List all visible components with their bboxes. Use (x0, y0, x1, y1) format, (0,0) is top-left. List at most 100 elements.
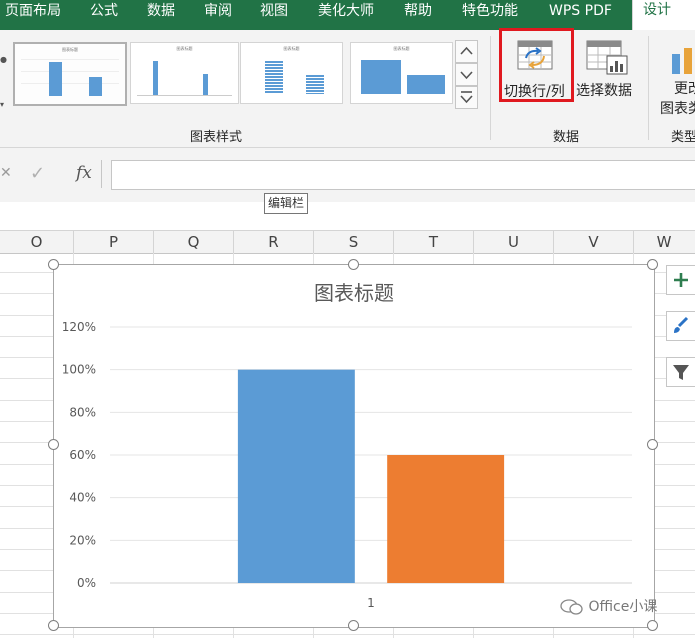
y-tick-label: 40% (69, 491, 96, 505)
formula-separator (101, 160, 102, 188)
brush-icon (674, 316, 689, 333)
chart-bars (237, 369, 505, 583)
change-chart-type-label-1: 更改 (674, 81, 695, 97)
tab-design[interactable]: 设计 (632, 0, 695, 30)
chart-filters-button[interactable] (666, 357, 695, 387)
thumb-bar (89, 77, 102, 96)
chart-plot: 图表标题 0% 20% 40% 60% 80% 100% 120% 1 (62, 281, 632, 610)
formula-bar-tooltip: 编辑栏 (264, 193, 309, 214)
bar-series-2[interactable] (387, 455, 505, 583)
y-tick-label: 20% (69, 533, 96, 547)
dropdown-arrow-icon[interactable]: ▾ (0, 100, 4, 109)
chevron-up-icon (460, 46, 473, 55)
wechat-icon (560, 599, 583, 615)
x-tick-label: 1 (367, 596, 375, 610)
chart-y-axis: 0% 20% 40% 60% 80% 100% 120% (62, 320, 96, 590)
expand-more-icon (460, 91, 473, 104)
switch-row-column-icon (517, 40, 553, 70)
resize-handle-top-left[interactable] (48, 259, 59, 270)
y-tick-label: 80% (69, 405, 96, 419)
column-header-O[interactable]: O (0, 231, 74, 253)
y-tick-label: 100% (62, 363, 96, 377)
chart-title[interactable]: 图表标题 (314, 281, 394, 305)
change-chart-type-label-2: 图表类 (660, 101, 695, 117)
resize-handle-right[interactable] (647, 439, 658, 450)
ribbon-separator (490, 36, 491, 140)
thumb-bar (153, 61, 158, 95)
y-tick-label: 60% (69, 448, 96, 462)
chart-style-4-title: 图表标题 (393, 46, 410, 51)
thumb-bar (265, 61, 283, 94)
tab-formulas[interactable]: 公式 (90, 0, 118, 30)
thumb-bar (361, 60, 401, 94)
ribbon-separator (648, 36, 649, 140)
tab-view[interactable]: 视图 (260, 0, 288, 30)
tab-page-layout[interactable]: 页面布局 (5, 0, 61, 30)
group-label-type: 类型 (671, 130, 695, 145)
bar-chart-icon (672, 48, 692, 74)
chart-x-axis: 1 (367, 596, 375, 610)
dot-icon: ● (0, 55, 7, 64)
cancel-icon[interactable]: ✕ (0, 165, 12, 181)
chart-elements-button[interactable] (666, 265, 695, 295)
group-label-data: 数据 (553, 130, 580, 145)
watermark-text: Office小课 (588, 599, 658, 615)
resize-handle-top[interactable] (348, 259, 359, 270)
watermark: Office小课 (560, 596, 657, 616)
tab-wps-pdf[interactable]: WPS PDF (549, 0, 612, 30)
column-header-bar: O P Q R S T U V W (0, 230, 695, 254)
resize-handle-bottom[interactable] (348, 620, 359, 631)
chart-area[interactable]: 图表标题 0% 20% 40% 60% 80% 100% 120% 1 (53, 264, 655, 628)
y-tick-label: 120% (62, 320, 96, 334)
resize-handle-top-right[interactable] (647, 259, 658, 270)
chart-styles-button[interactable] (666, 311, 695, 341)
formula-input[interactable] (111, 160, 695, 190)
column-header-R[interactable]: R (234, 231, 314, 253)
column-header-P[interactable]: P (74, 231, 154, 253)
chart-style-2-title: 图表标题 (176, 46, 193, 51)
column-header-S[interactable]: S (314, 231, 394, 253)
select-data-icon (586, 40, 628, 75)
chart-style-4[interactable]: 图表标题 (350, 42, 453, 104)
column-header-U[interactable]: U (474, 231, 554, 253)
chart-gridlines (110, 326, 632, 584)
select-data-label: 选择数据 (576, 83, 632, 99)
chart-style-1[interactable]: 图表标题 (13, 42, 127, 106)
resize-handle-bottom-right[interactable] (647, 620, 658, 631)
enter-icon[interactable]: ✓ (30, 163, 45, 184)
switch-row-column-label: 切换行/列 (504, 84, 565, 100)
chart-style-3[interactable]: 图表标题 (240, 42, 343, 104)
gallery-more[interactable] (455, 86, 478, 109)
y-tick-label: 0% (77, 576, 96, 590)
tab-data[interactable]: 数据 (147, 0, 175, 30)
ribbon-tab-bar: 页面布局 公式 数据 审阅 视图 美化大师 帮助 特色功能 WPS PDF 设计 (0, 0, 695, 30)
resize-handle-bottom-left[interactable] (48, 620, 59, 631)
column-header-T[interactable]: T (394, 231, 474, 253)
chart-style-2[interactable]: 图表标题 (130, 42, 239, 104)
thumb-bar (49, 62, 62, 96)
chart-style-1-title: 图表标题 (62, 47, 78, 52)
switch-row-column-button[interactable]: 切换行/列 (499, 28, 574, 102)
tab-help[interactable]: 帮助 (404, 0, 432, 30)
column-header-V[interactable]: V (554, 231, 634, 253)
tab-review[interactable]: 审阅 (204, 0, 232, 30)
tab-special-features[interactable]: 特色功能 (462, 0, 518, 30)
insert-function-icon[interactable]: fx (76, 163, 92, 183)
thumb-bar (306, 75, 324, 94)
tab-beautify-master[interactable]: 美化大师 (318, 0, 374, 30)
resize-handle-left[interactable] (48, 439, 59, 450)
gallery-scroll-down[interactable] (455, 63, 478, 86)
chevron-down-icon (460, 71, 473, 80)
group-label-chart-styles: 图表样式 (190, 130, 243, 145)
column-header-W[interactable]: W (634, 231, 694, 253)
gallery-scroll-up[interactable] (455, 40, 478, 63)
chart-style-3-title: 图表标题 (283, 46, 300, 51)
change-chart-type-button[interactable]: 更改 图表类 (658, 36, 695, 120)
plus-icon (674, 273, 688, 287)
thumb-bar (407, 75, 445, 94)
select-data-button[interactable]: 选择数据 (576, 30, 638, 102)
bar-series-1[interactable] (237, 369, 355, 583)
thumb-bar (203, 74, 208, 95)
column-header-Q[interactable]: Q (154, 231, 234, 253)
filter-icon (673, 365, 689, 380)
